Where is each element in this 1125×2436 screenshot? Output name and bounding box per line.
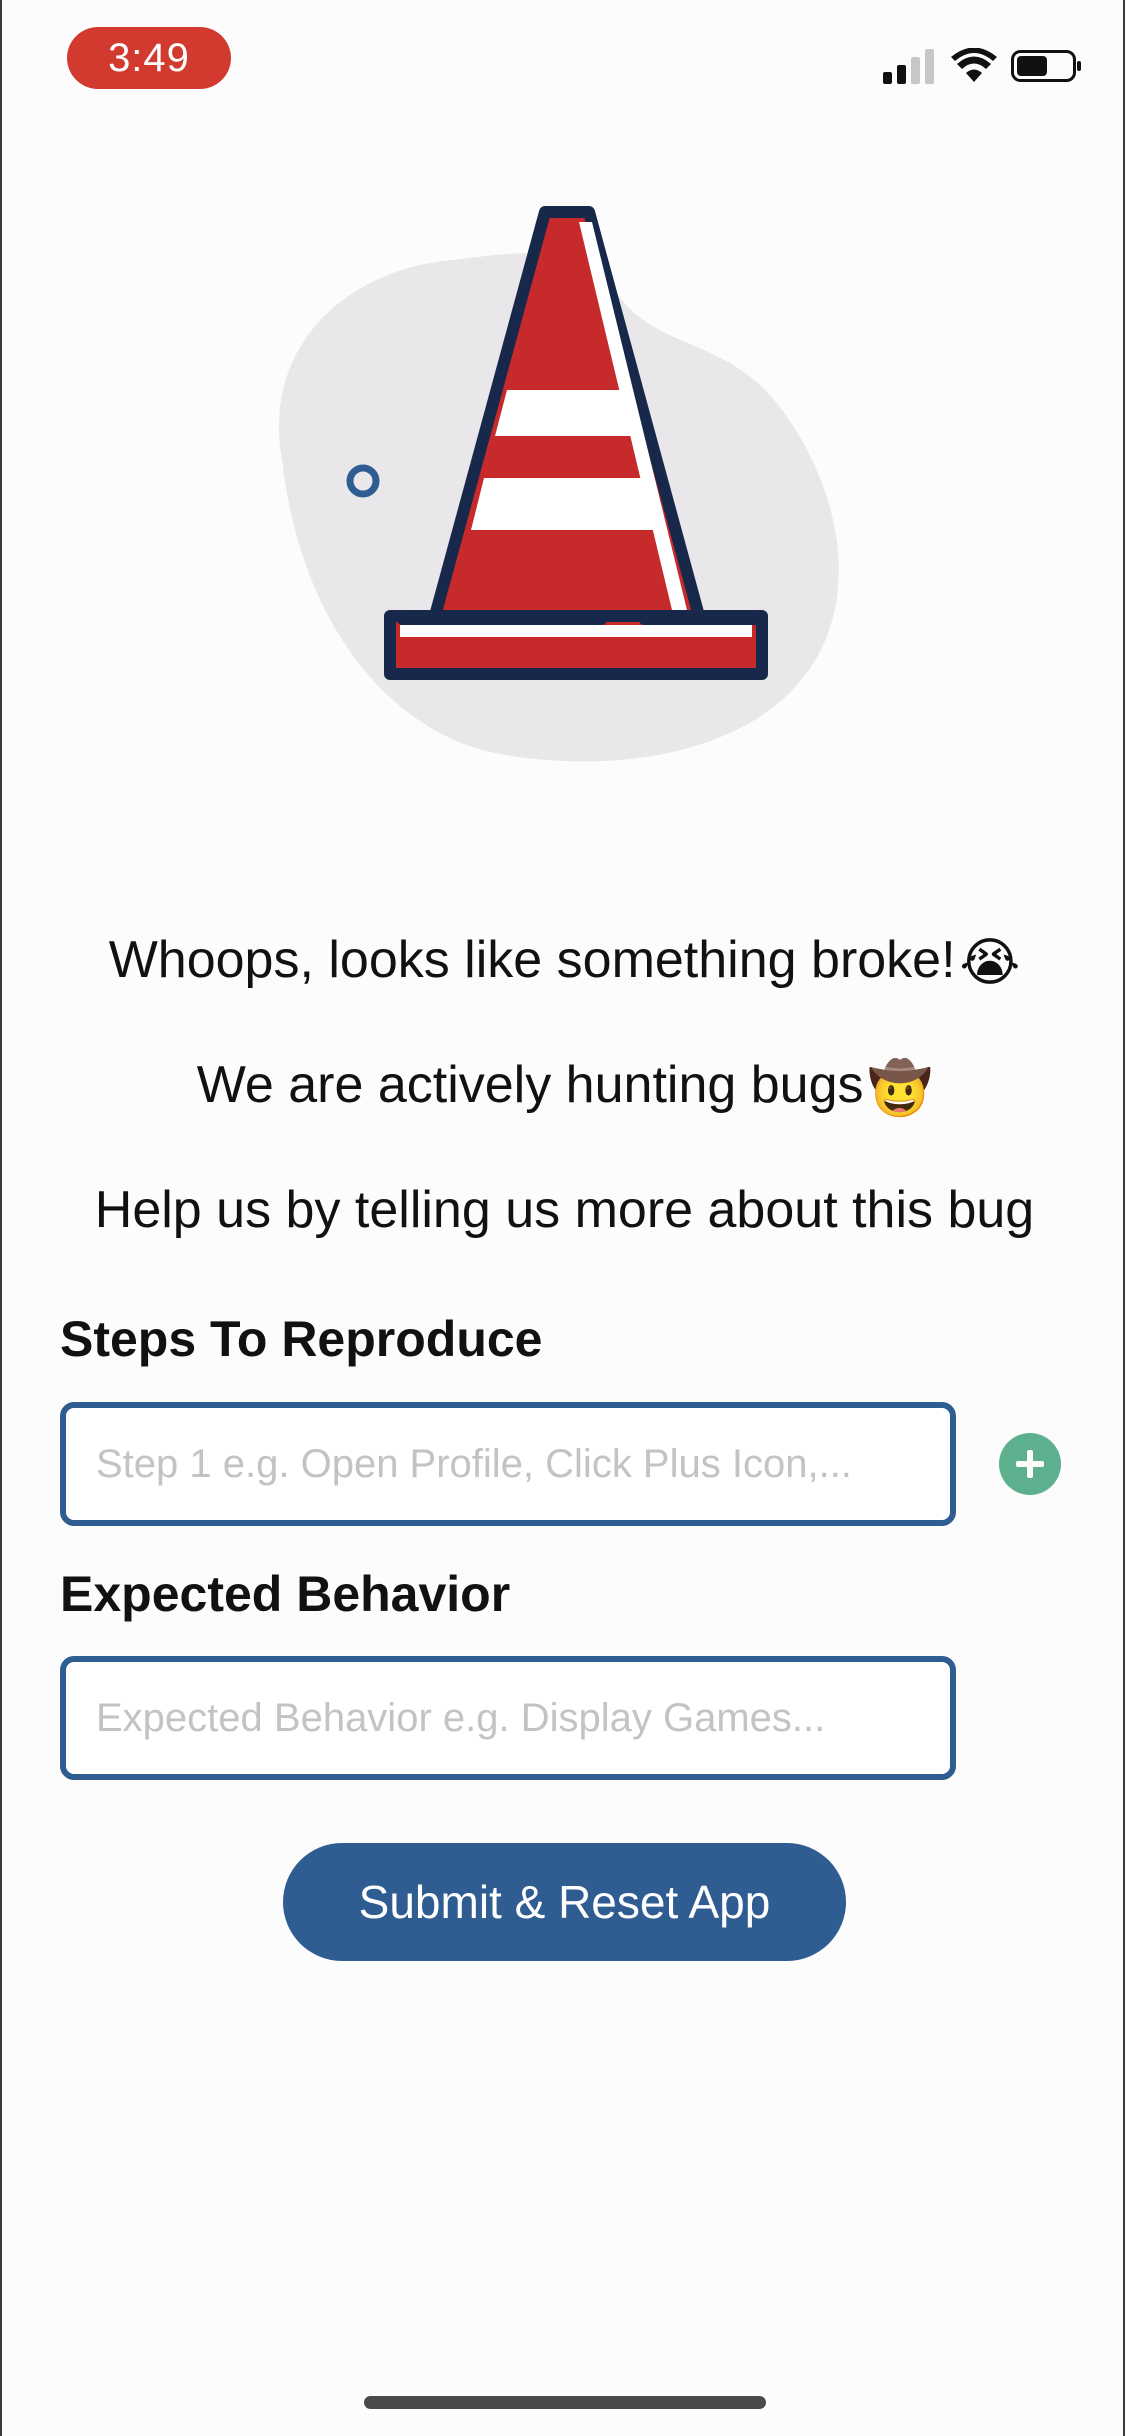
expected-behavior-container[interactable] (60, 1656, 956, 1780)
home-indicator[interactable] (364, 2396, 766, 2409)
bug-report-screen: 3:49 Whoops, looks like something broke!… (0, 0, 1125, 2436)
battery-icon (1011, 50, 1081, 82)
expected-behavior-label: Expected Behavior (60, 1566, 511, 1622)
help-us-text: Help us by telling us more about this bu… (94, 1181, 1035, 1239)
crying-face-icon: 😭 (959, 934, 1021, 993)
plus-icon (1016, 1450, 1044, 1478)
steps-input[interactable] (94, 1440, 950, 1488)
steps-input-container[interactable] (60, 1402, 956, 1526)
status-icons (883, 48, 1083, 84)
hunting-bugs-text: We are actively hunting bugs🤠 (2, 1055, 1123, 1119)
error-heading: Whoops, looks like something broke!😭 (2, 930, 1123, 993)
traffic-cone-illustration (278, 206, 839, 762)
cellular-signal-icon (883, 49, 934, 84)
steps-to-reproduce-label: Steps To Reproduce (60, 1311, 543, 1367)
cowboy-face-icon: 🤠 (867, 1059, 933, 1118)
expected-behavior-input[interactable] (94, 1694, 950, 1742)
add-step-button[interactable] (999, 1433, 1061, 1495)
error-heading-text: Whoops, looks like something broke! (108, 931, 956, 989)
wifi-icon (951, 48, 997, 82)
submit-reset-button[interactable]: Submit & Reset App (283, 1843, 846, 1961)
hunting-bugs-label: We are actively hunting bugs (196, 1056, 864, 1114)
status-time: 3:49 (67, 27, 231, 89)
